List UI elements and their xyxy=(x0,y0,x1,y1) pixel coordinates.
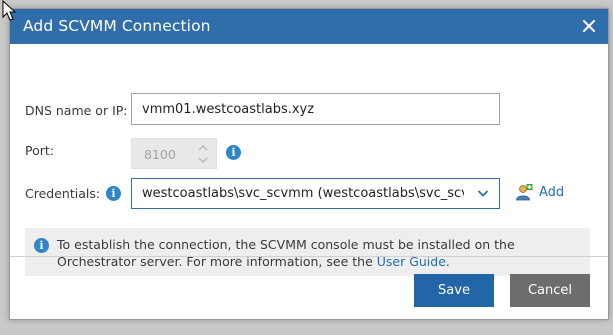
save-button[interactable]: Save xyxy=(414,274,494,307)
credentials-label: Credentials: xyxy=(25,186,101,201)
add-scvmm-connection-dialog: Add SCVMM Connection DNS name or IP: Por… xyxy=(9,8,609,320)
add-label: Add xyxy=(539,184,565,200)
info-panel: i To establish the connection, the SCVMM… xyxy=(25,228,590,276)
credentials-info-icon[interactable]: i xyxy=(106,186,121,201)
add-credentials-button[interactable]: Add xyxy=(515,182,564,202)
dialog-body: DNS name or IP: Port: 8100 i Credentials… xyxy=(10,44,608,276)
port-value: 8100 xyxy=(144,147,176,162)
chevron-up-icon[interactable] xyxy=(197,143,209,153)
mouse-cursor-icon xyxy=(2,0,17,21)
dns-label: DNS name or IP: xyxy=(25,103,128,118)
info-text: To establish the connection, the SCVMM c… xyxy=(57,236,582,270)
dialog-titlebar: Add SCVMM Connection xyxy=(10,9,608,44)
port-stepper[interactable]: 8100 xyxy=(131,138,217,169)
info-icon: i xyxy=(34,238,49,253)
credentials-value: westcoastlabs\svc_scvmm (westcoastlabs\s… xyxy=(142,186,464,201)
dialog-title: Add SCVMM Connection xyxy=(23,17,211,35)
chevron-down-icon[interactable] xyxy=(197,155,209,165)
footer-divider xyxy=(10,256,608,257)
port-info-icon[interactable]: i xyxy=(226,145,241,160)
add-user-icon xyxy=(516,184,533,201)
credentials-select[interactable]: westcoastlabs\svc_scvmm (westcoastlabs\s… xyxy=(131,178,500,209)
cancel-button[interactable]: Cancel xyxy=(510,274,590,307)
chevron-down-icon xyxy=(477,190,489,197)
port-label: Port: xyxy=(25,143,54,158)
dns-input[interactable] xyxy=(131,93,500,125)
close-icon[interactable] xyxy=(580,17,598,35)
